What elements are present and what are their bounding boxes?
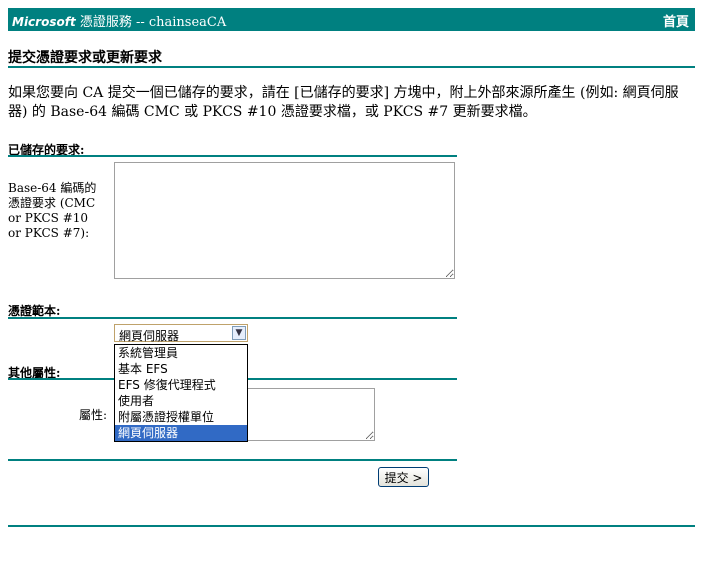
form-bottom-divider — [8, 459, 457, 461]
chevron-down-icon[interactable]: ▼ — [232, 326, 246, 340]
title-divider — [8, 66, 695, 68]
template-option-web-server[interactable]: 網頁伺服器 — [115, 425, 247, 441]
template-divider — [8, 317, 457, 319]
template-option-subordinate-ca[interactable]: 附屬憑證授權單位 — [115, 409, 247, 425]
page-title: 提交憑證要求或更新要求 — [8, 50, 162, 66]
header-bar: Microsoft 憑證服務 -- chainseaCA 首頁 — [8, 8, 695, 31]
footer-divider — [8, 525, 695, 527]
intro-text: 如果您要向 CA 提交一個已儲存的要求，請在 [已儲存的要求] 方塊中，附上外部… — [8, 85, 679, 120]
template-dropdown-list: 系統管理員 基本 EFS EFS 修復代理程式 使用者 附屬憑證授權單位 網頁伺… — [114, 344, 248, 442]
template-option-admin[interactable]: 系統管理員 — [115, 345, 247, 361]
service-title: Microsoft 憑證服務 -- chainseaCA — [12, 11, 226, 30]
saved-request-textarea[interactable] — [114, 162, 455, 279]
microsoft-logo: Microsoft — [12, 15, 76, 29]
service-name: 憑證服務 -- chainseaCA — [75, 15, 227, 30]
submit-button[interactable]: 提交 > — [378, 467, 429, 487]
template-option-efs-recovery[interactable]: EFS 修復代理程式 — [115, 377, 247, 393]
template-select[interactable]: 網頁伺服器 ▼ — [114, 324, 248, 343]
saved-request-divider — [8, 155, 457, 157]
home-link[interactable]: 首頁 — [663, 11, 689, 30]
template-option-basic-efs[interactable]: 基本 EFS — [115, 361, 247, 377]
attributes-label: 屬性: — [79, 408, 108, 422]
template-option-user[interactable]: 使用者 — [115, 393, 247, 409]
saved-request-label: Base-64 編碼的憑證要求 (CMC or PKCS #10 or PKCS… — [8, 181, 97, 240]
template-selected-value: 網頁伺服器 — [119, 329, 180, 343]
